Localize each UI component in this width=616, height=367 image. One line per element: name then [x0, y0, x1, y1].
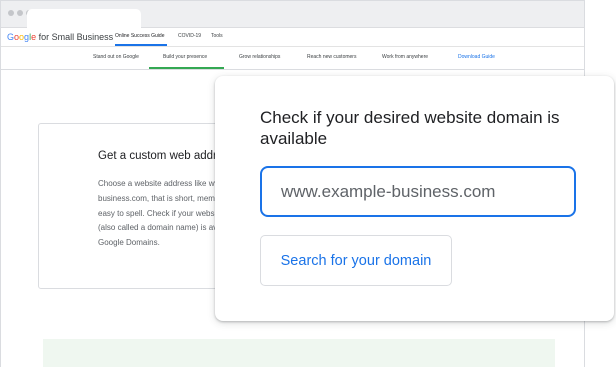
browser-tab[interactable]	[27, 9, 141, 28]
window-control-minimize[interactable]	[17, 10, 23, 16]
green-section	[43, 339, 555, 367]
domain-search-card: Check if your desired website domain is …	[215, 76, 614, 321]
site-header: Google for Small Business Online Success…	[1, 28, 584, 47]
top-nav-online-success-guide[interactable]: Online Success Guide	[115, 33, 164, 39]
top-nav-active-indicator	[115, 44, 167, 46]
sub-nav-stand-out[interactable]: Stand out on Google	[93, 54, 139, 60]
card-title: Get a custom web addre	[98, 150, 224, 162]
window-control-close[interactable]	[8, 10, 14, 16]
browser-tab-bar	[1, 1, 584, 28]
top-nav-covid-19[interactable]: COVID-19	[178, 33, 201, 39]
search-domain-button[interactable]: Search for your domain	[260, 235, 452, 286]
sub-nav-build-presence[interactable]: Build your presence	[163, 54, 207, 60]
sub-nav-download-guide[interactable]: Download Guide	[458, 54, 495, 60]
site-logo[interactable]: Google for Small Business	[7, 32, 113, 42]
logo-letter: G	[7, 32, 15, 42]
sub-nav-grow-relationships[interactable]: Grow relationships	[239, 54, 280, 60]
sub-nav-reach-customers[interactable]: Reach new customers	[307, 54, 356, 60]
sub-nav-work-anywhere[interactable]: Work from anywhere	[382, 54, 428, 60]
domain-search-input[interactable]	[260, 166, 576, 217]
top-nav-tools[interactable]: Tools	[211, 33, 223, 39]
logo-suffix: for Small Business	[36, 32, 114, 42]
sub-nav-active-indicator	[149, 67, 224, 69]
domain-search-title: Check if your desired website domain is …	[260, 108, 560, 148]
sub-nav: Stand out on Google Build your presence …	[1, 47, 584, 70]
